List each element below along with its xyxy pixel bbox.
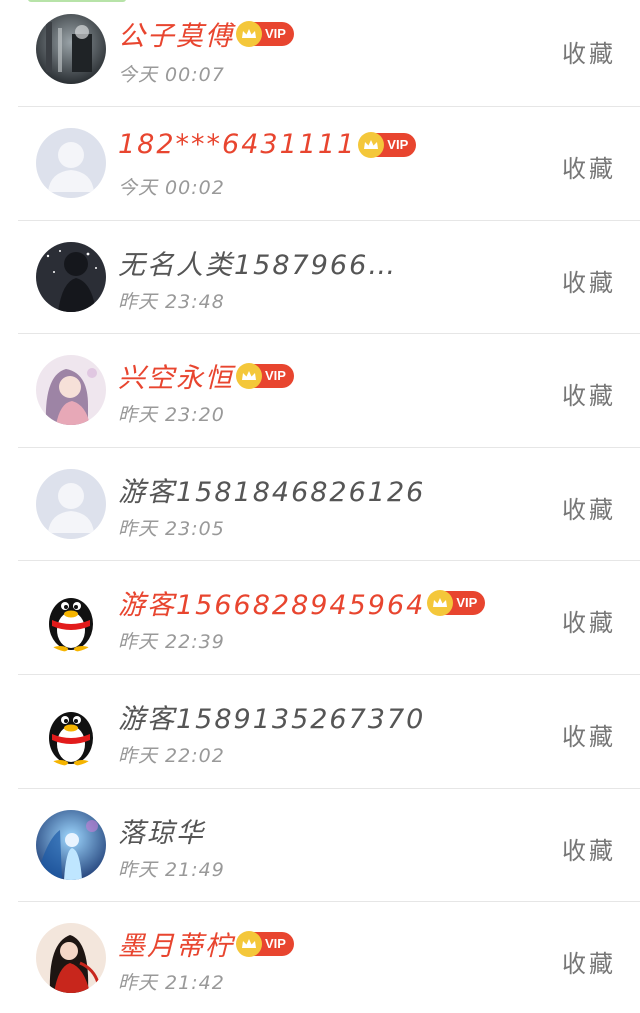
name-line: 兴空永恒 VIP <box>118 356 294 395</box>
crown-icon <box>236 362 262 389</box>
user-list-page: 公子莫傅 VIP 今天 00:07 收藏 182***6431111 VIP 今… <box>0 0 640 1013</box>
timestamp: 昨天 22:39 <box>118 631 225 654</box>
list-item[interactable]: 无名人类1587966… 昨天 23:48 收藏 <box>18 221 640 335</box>
timestamp: 昨天 23:05 <box>118 517 225 540</box>
timestamp: 昨天 21:42 <box>118 972 225 995</box>
crown-icon <box>358 131 385 158</box>
name-line: 游客1589135267370 <box>118 697 425 736</box>
timestamp: 今天 00:07 <box>118 64 225 86</box>
collect-button[interactable]: 收藏 <box>562 263 616 298</box>
timestamp: 昨天 23:48 <box>118 290 225 313</box>
crown-icon <box>427 589 454 616</box>
crown-icon <box>236 20 262 47</box>
collect-button[interactable]: 收藏 <box>562 717 616 752</box>
list-item[interactable]: 墨月蒂柠 VIP 昨天 21:42 收藏 <box>18 902 640 1013</box>
user-list: 公子莫傅 VIP 今天 00:07 收藏 182***6431111 VIP 今… <box>18 0 640 1013</box>
user-name[interactable]: 落琼华 <box>118 811 205 850</box>
user-name[interactable]: 游客1589135267370 <box>118 697 425 736</box>
timestamp: 昨天 21:49 <box>118 858 225 881</box>
timestamp: 昨天 23:20 <box>118 404 225 427</box>
night-photo-avatar[interactable] <box>36 241 106 312</box>
collect-button[interactable]: 收藏 <box>562 149 616 184</box>
list-item[interactable]: 182***6431111 VIP 今天 00:02 收藏 <box>18 107 640 221</box>
default-avatar[interactable] <box>36 468 106 539</box>
vip-badge: VIP <box>427 589 486 616</box>
user-name[interactable]: 无名人类1587966… <box>118 243 397 282</box>
dark-photo-avatar[interactable] <box>36 14 106 84</box>
vip-label: VIP <box>265 26 286 41</box>
list-item[interactable]: 游客1581846826126 昨天 23:05 收藏 <box>18 448 640 562</box>
penguin-avatar[interactable] <box>36 695 106 766</box>
collect-button[interactable]: 收藏 <box>562 831 616 866</box>
vip-label: VIP <box>265 936 286 952</box>
name-line: 公子莫傅 VIP <box>118 14 294 53</box>
vip-badge: VIP <box>236 930 294 957</box>
user-name[interactable]: 兴空永恒 <box>118 356 234 395</box>
vip-label: VIP <box>456 595 478 611</box>
collect-button[interactable]: 收藏 <box>562 490 616 525</box>
name-line: 无名人类1587966… <box>118 243 397 282</box>
name-line: 落琼华 <box>118 811 205 850</box>
collect-button[interactable]: 收藏 <box>562 944 616 979</box>
name-line: 游客1581846826126 <box>118 470 425 509</box>
list-item[interactable]: 游客1589135267370 昨天 22:02 收藏 <box>18 675 640 789</box>
user-name[interactable]: 182***6431111 <box>118 129 356 160</box>
list-item[interactable]: 公子莫傅 VIP 今天 00:07 收藏 <box>18 0 640 107</box>
blue-fantasy-avatar[interactable] <box>36 809 106 880</box>
crown-icon <box>236 930 262 957</box>
collect-button[interactable]: 收藏 <box>562 376 616 411</box>
vip-badge: VIP <box>236 362 294 389</box>
vip-label: VIP <box>265 368 286 384</box>
vip-label: VIP <box>387 137 409 152</box>
red-dress-avatar[interactable] <box>36 923 106 994</box>
list-item[interactable]: 游客1566828945964 VIP 昨天 22:39 收藏 <box>18 561 640 675</box>
user-name[interactable]: 公子莫傅 <box>118 14 234 53</box>
user-name[interactable]: 游客1581846826126 <box>118 470 425 509</box>
collect-button[interactable]: 收藏 <box>562 603 616 638</box>
default-avatar[interactable] <box>36 128 106 198</box>
vip-badge: VIP <box>358 131 417 158</box>
name-line: 游客1566828945964 VIP <box>118 583 486 622</box>
collect-button[interactable]: 收藏 <box>562 34 616 69</box>
penguin-avatar[interactable] <box>36 582 106 653</box>
name-line: 182***6431111 VIP <box>118 129 417 160</box>
vip-badge: VIP <box>236 20 294 47</box>
list-item[interactable]: 落琼华 昨天 21:49 收藏 <box>18 789 640 903</box>
name-line: 墨月蒂柠 VIP <box>118 924 294 963</box>
girl-illustration-avatar[interactable] <box>36 355 106 426</box>
user-name[interactable]: 游客1566828945964 <box>118 583 425 622</box>
list-item[interactable]: 兴空永恒 VIP 昨天 23:20 收藏 <box>18 334 640 448</box>
timestamp: 今天 00:02 <box>118 177 225 199</box>
user-name[interactable]: 墨月蒂柠 <box>118 924 234 963</box>
timestamp: 昨天 22:02 <box>118 744 225 767</box>
